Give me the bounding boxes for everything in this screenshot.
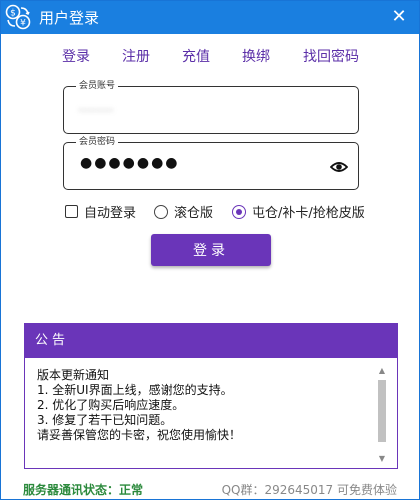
notice-line: 请妥善保管您的卡密，祝您使用愉快！ — [37, 428, 242, 442]
login-button[interactable]: 登录 — [151, 234, 271, 266]
notice-line: 版本更新通知 — [37, 368, 110, 382]
scroll-down-icon[interactable]: ▼ — [376, 454, 388, 464]
svg-text:¥: ¥ — [20, 19, 26, 29]
server-status: 服务器通讯状态：正常 — [23, 483, 144, 497]
nav-recharge-link[interactable]: 充值 — [182, 46, 210, 66]
login-window: $ ¥ 用户登录 ✕ 登录 注册 充值 换绑 找回密码 会员账号 ·······… — [0, 0, 420, 500]
nav-register-link[interactable]: 注册 — [122, 46, 150, 66]
password-value: ●●●●●●● — [80, 155, 180, 171]
nav-rebind-link[interactable]: 换绑 — [242, 46, 270, 66]
eye-icon[interactable] — [330, 158, 348, 176]
notice-panel: 公告 版本更新通知 1. 全新UI界面上线，感谢您的支持。 2. 优化了购买后响… — [24, 323, 398, 469]
radio-off-icon — [154, 204, 168, 219]
close-button[interactable]: ✕ — [387, 5, 411, 29]
mode-a-radio[interactable]: 滚仓版 — [154, 202, 213, 221]
qq-group-info: QQ群：292645017 可免费体验 — [221, 483, 397, 497]
svg-text:$: $ — [10, 9, 16, 19]
scroll-up-icon[interactable]: ▲ — [376, 366, 388, 376]
auto-login-checkbox[interactable]: 自动登录 — [65, 202, 136, 221]
nav-recover-password-link[interactable]: 找回密码 — [303, 46, 359, 66]
password-label: 会员密码 — [76, 136, 119, 148]
scroll-thumb[interactable] — [378, 380, 386, 442]
radio-on-icon — [232, 204, 246, 219]
password-field[interactable]: 会员密码 ●●●●●●● — [63, 136, 359, 190]
auto-login-label: 自动登录 — [84, 206, 137, 221]
nav-bar: 登录 注册 充值 换绑 找回密码 — [1, 46, 419, 66]
notice-line: 1. 全新UI界面上线，感谢您的支持。 — [37, 383, 233, 397]
account-value: ········ — [78, 103, 114, 119]
notice-text[interactable]: 版本更新通知 1. 全新UI界面上线，感谢您的支持。 2. 优化了购买后响应速度… — [37, 368, 377, 464]
notice-line: 2. 优化了购买后响应速度。 — [37, 398, 185, 412]
mode-b-radio[interactable]: 屯仓/补卡/抢枪皮版 — [232, 202, 365, 221]
notice-scrollbar[interactable]: ▲ ▼ — [376, 366, 388, 464]
window-title: 用户登录 — [39, 9, 100, 27]
notice-header: 公告 — [25, 324, 397, 358]
nav-login-link[interactable]: 登录 — [62, 46, 90, 66]
account-field[interactable]: 会员账号 ········ — [63, 80, 359, 134]
checkbox-icon — [65, 205, 78, 218]
login-options: 自动登录 滚仓版 屯仓/补卡/抢枪皮版 — [1, 202, 419, 222]
notice-line: 3. 修复了若干已知问题。 — [37, 413, 173, 427]
title-bar[interactable]: $ ¥ 用户登录 ✕ — [1, 1, 419, 34]
mode-a-label: 滚仓版 — [174, 206, 214, 221]
exchange-icon: $ ¥ — [5, 4, 31, 30]
mode-b-label: 屯仓/补卡/抢枪皮版 — [252, 206, 365, 221]
account-label: 会员账号 — [76, 80, 119, 92]
